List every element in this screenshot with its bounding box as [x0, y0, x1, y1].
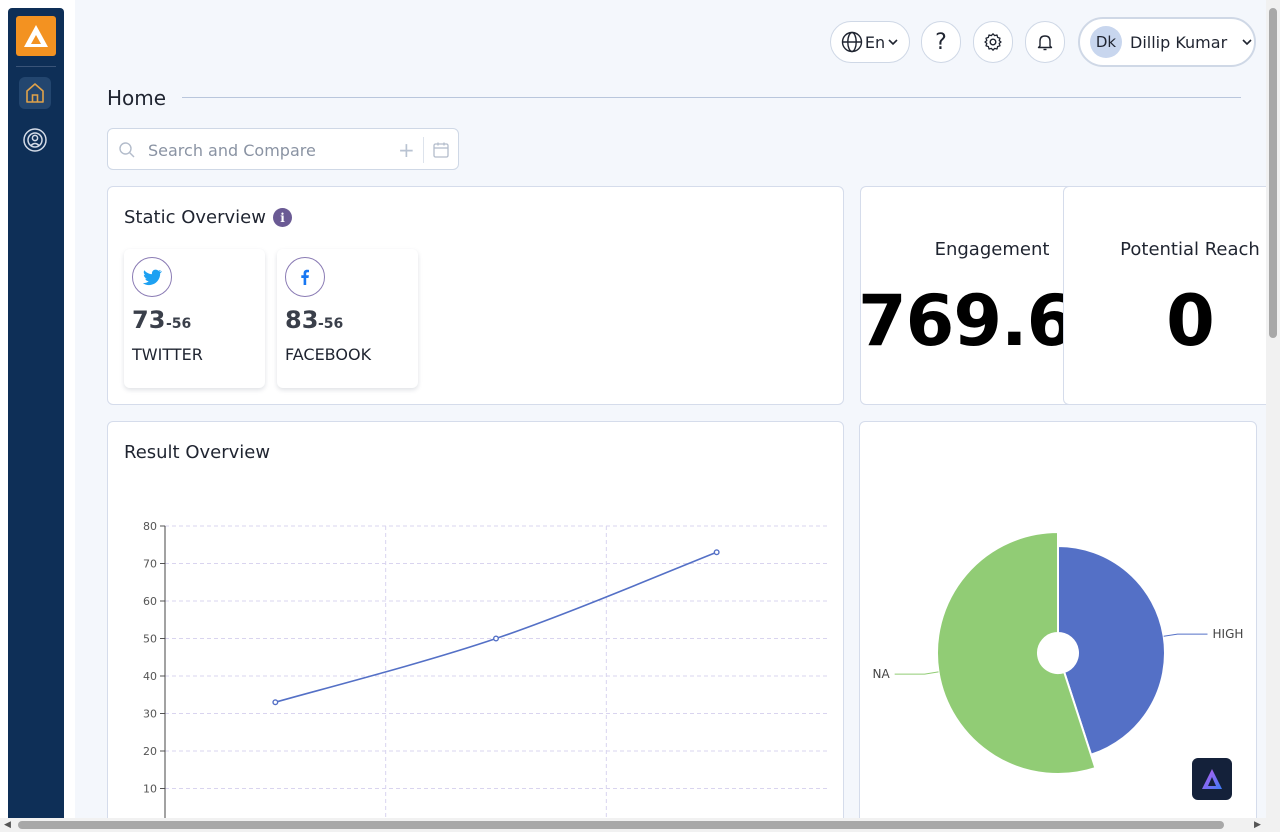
potential-reach-label: Potential Reach	[1120, 239, 1260, 260]
page-title: Home	[107, 86, 167, 110]
vertical-scrollbar[interactable]	[1266, 0, 1280, 818]
sidebar	[8, 8, 64, 824]
chevron-down-icon	[888, 39, 898, 46]
facebook-delta: -56	[318, 316, 344, 332]
sidebar-item-listening[interactable]	[19, 124, 51, 156]
pie-label: NA	[872, 667, 890, 681]
twitter-label: TWITTER	[132, 345, 203, 364]
facebook-icon	[285, 257, 325, 297]
logo-icon	[24, 25, 48, 47]
y-tick-label: 40	[143, 670, 157, 683]
vertical-scroll-thumb[interactable]	[1269, 8, 1277, 338]
bell-icon	[1037, 35, 1053, 51]
potential-reach-value: 0	[1166, 280, 1215, 362]
facebook-label: FACEBOOK	[285, 345, 372, 364]
assistant-logo-icon	[1202, 769, 1222, 789]
y-tick-label: 50	[143, 633, 157, 646]
notifications-button[interactable]	[1025, 21, 1065, 63]
search-bar: +	[107, 128, 459, 170]
gear-icon	[984, 33, 1002, 51]
series-line	[275, 551, 717, 704]
search-input[interactable]	[148, 139, 383, 161]
calendar-icon[interactable]	[432, 141, 450, 159]
podcast-icon	[23, 128, 47, 152]
app-logo[interactable]	[16, 16, 56, 56]
y-tick-label: 30	[143, 708, 157, 721]
pie-label: HIGH	[1213, 627, 1244, 641]
user-name: Dillip Kumar	[1130, 32, 1228, 52]
user-menu[interactable]: Dk Dillip Kumar	[1078, 17, 1256, 67]
add-compare-icon[interactable]: +	[398, 140, 415, 160]
y-tick-label: 20	[143, 745, 157, 758]
y-tick-label: 70	[143, 558, 157, 571]
search-divider	[423, 137, 424, 163]
sidebar-divider	[16, 66, 56, 67]
twitter-icon	[132, 257, 172, 297]
twitter-value: 73	[132, 306, 166, 334]
language-label: En	[864, 32, 886, 52]
help-button[interactable]: ?	[921, 21, 961, 63]
sidebar-item-home[interactable]	[19, 77, 51, 109]
assistant-button[interactable]	[1192, 758, 1232, 800]
settings-button[interactable]	[973, 21, 1013, 63]
language-selector[interactable]: En	[830, 21, 910, 63]
title-divider	[182, 97, 1241, 98]
help-icon: ?	[935, 29, 947, 55]
chevron-down-icon	[1242, 39, 1252, 46]
data-point	[713, 549, 720, 556]
social-card-facebook[interactable]: 83 -56 FACEBOOK	[277, 249, 418, 388]
static-overview-title: Static Overview	[124, 207, 266, 228]
info-icon[interactable]: i	[273, 208, 292, 227]
result-line-chart: 10 20 30 40 50 60 70 80	[143, 520, 827, 818]
pie-label-line	[1163, 633, 1208, 637]
horizontal-scrollbar[interactable]: ◀ ▶	[0, 818, 1280, 832]
data-point	[272, 699, 279, 706]
main-content: En ? Dk Dillip Kumar Home +	[75, 0, 1266, 818]
potential-reach-card: Potential Reach 0	[1063, 186, 1266, 405]
y-tick-label: 10	[143, 783, 157, 796]
scroll-right-arrow[interactable]: ▶	[1254, 818, 1261, 832]
scroll-left-arrow[interactable]: ◀	[4, 818, 11, 832]
search-icon	[119, 142, 135, 158]
y-tick-label: 60	[143, 595, 157, 608]
avatar: Dk	[1090, 26, 1122, 58]
static-overview-card: Static Overview i 73 -56 TWITTER 83 -56 …	[107, 186, 844, 405]
social-card-twitter[interactable]: 73 -56 TWITTER	[124, 249, 265, 388]
pie-label-line	[894, 671, 939, 675]
result-overview-card: Result Overview 10 20 30 40 50 60 70 80	[107, 421, 844, 818]
data-point	[493, 635, 500, 642]
facebook-value: 83	[285, 306, 319, 334]
horizontal-scroll-thumb[interactable]	[18, 821, 1224, 829]
globe-icon	[841, 31, 863, 53]
y-tick-label: 80	[143, 520, 157, 533]
home-icon	[26, 83, 44, 103]
twitter-delta: -56	[166, 316, 192, 332]
